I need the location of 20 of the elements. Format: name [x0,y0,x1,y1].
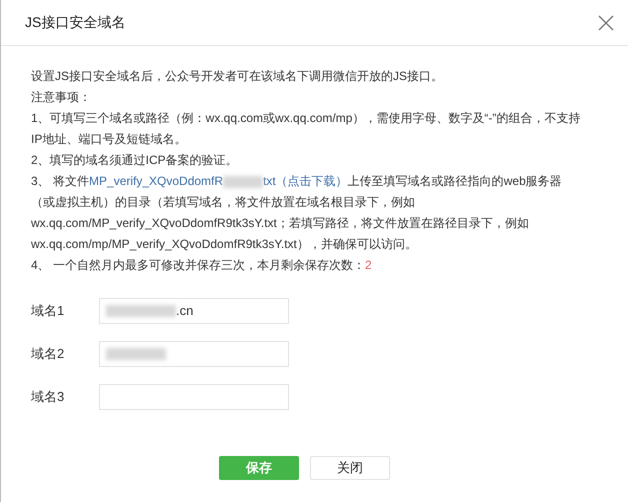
input-field[interactable]: .cn [99,298,289,324]
note-text: 1、可填写三个域名或路径（例：wx.qq.com或wx.qq.com/mp），需使用字母、数字及“-”的组合，不支持IP地址、端口号及短链域名。 [31,110,581,148]
redaction-blur [223,176,264,188]
note-text: 2、填写的域名须通过ICP备案的验证。 [31,152,239,169]
close-button[interactable]: 关闭 [310,456,390,480]
field-label: 域名2 [31,345,66,364]
remaining-count: 2 [365,258,372,272]
intro-text: 设置JS接口安全域名后，公众号开发者可在该域名下调用微信开放的JS接口。 [31,68,444,85]
save-button[interactable]: 保存 [219,456,299,480]
note-text: 4、 一个自然月内最多可修改并保存三次，本月剩余保存次数： [31,258,366,272]
close-icon[interactable] [598,14,614,30]
note-text: 3、 将文件MP_verify_XQvoDdomfR txt（点击下载）上传至填写域名或路径指向的web服务器（或虚拟主机）的目录（若填写域名，将文件放置在域名根目录下，例如wx.qq.com/MP_verify_XQvoDdomfR9tk3sY.txt；若填写路径，将文件放置在路径目录下，例如wx.qq.com/mp/MP_verify_XQvoDdomfR9tk3sY.txt），并确保可以访问。 [31,173,563,253]
input-field[interactable] [99,341,289,367]
download-link[interactable]: MP_verify_XQvoDdomfR [89,174,224,188]
field-label: 域名1 [31,302,66,320]
notes-heading: 注意事项： [31,89,92,106]
window-title: JS接口安全域名 [25,13,126,32]
field-label: 域名3 [31,388,66,406]
download-link[interactable]: txt（点击下载） [263,174,348,188]
input-field[interactable] [99,384,289,410]
